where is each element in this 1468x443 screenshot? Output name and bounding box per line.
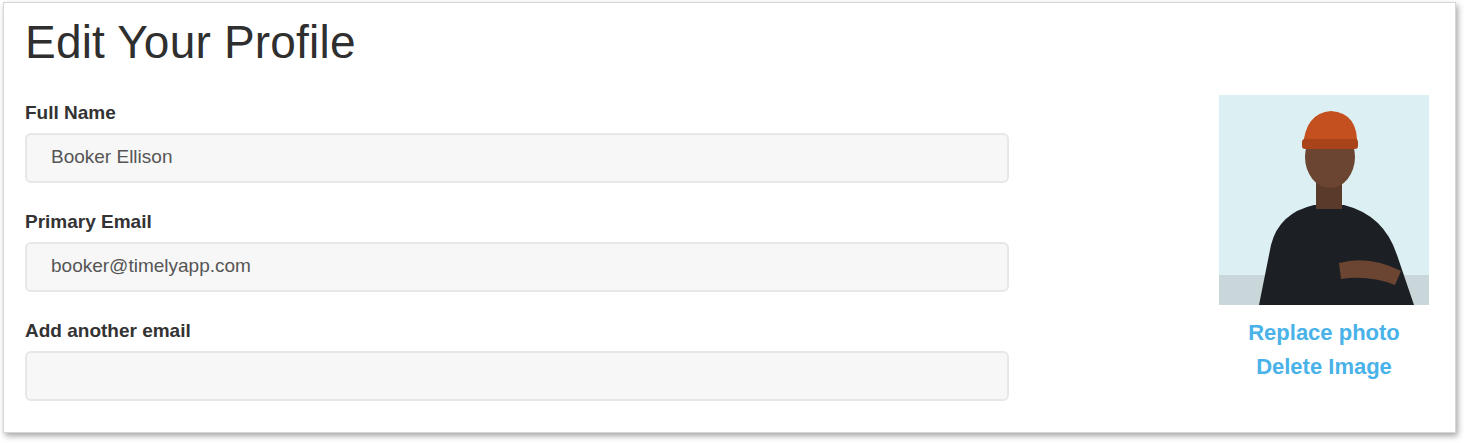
field-label: Add another email [25, 320, 1009, 342]
profile-panel: Edit Your Profile Full Name Primary Email… [3, 2, 1456, 433]
field-label: Full Name [25, 102, 1009, 124]
profile-form: Full Name Primary Email Add another email [25, 102, 1009, 429]
extra-email-input[interactable] [25, 351, 1009, 401]
photo-area: Replace photoDelete Image [1219, 95, 1429, 384]
replace-photo-link[interactable]: Replace photo [1219, 316, 1429, 350]
field-label: Primary Email [25, 211, 1009, 233]
photo-actions: Replace photoDelete Image [1219, 316, 1429, 384]
profile-body: Full NamePrimary EmailAdd another email … [25, 102, 1429, 429]
delete-image-link[interactable]: Delete Image [1219, 350, 1429, 384]
primary-email-input[interactable] [25, 242, 1009, 292]
full-name-input[interactable] [25, 133, 1009, 183]
form-field: Full Name [25, 102, 1009, 183]
profile-photo [1219, 95, 1429, 305]
form-field: Add another email [25, 320, 1009, 401]
page-title: Edit Your Profile [25, 17, 1429, 68]
form-field: Primary Email [25, 211, 1009, 292]
